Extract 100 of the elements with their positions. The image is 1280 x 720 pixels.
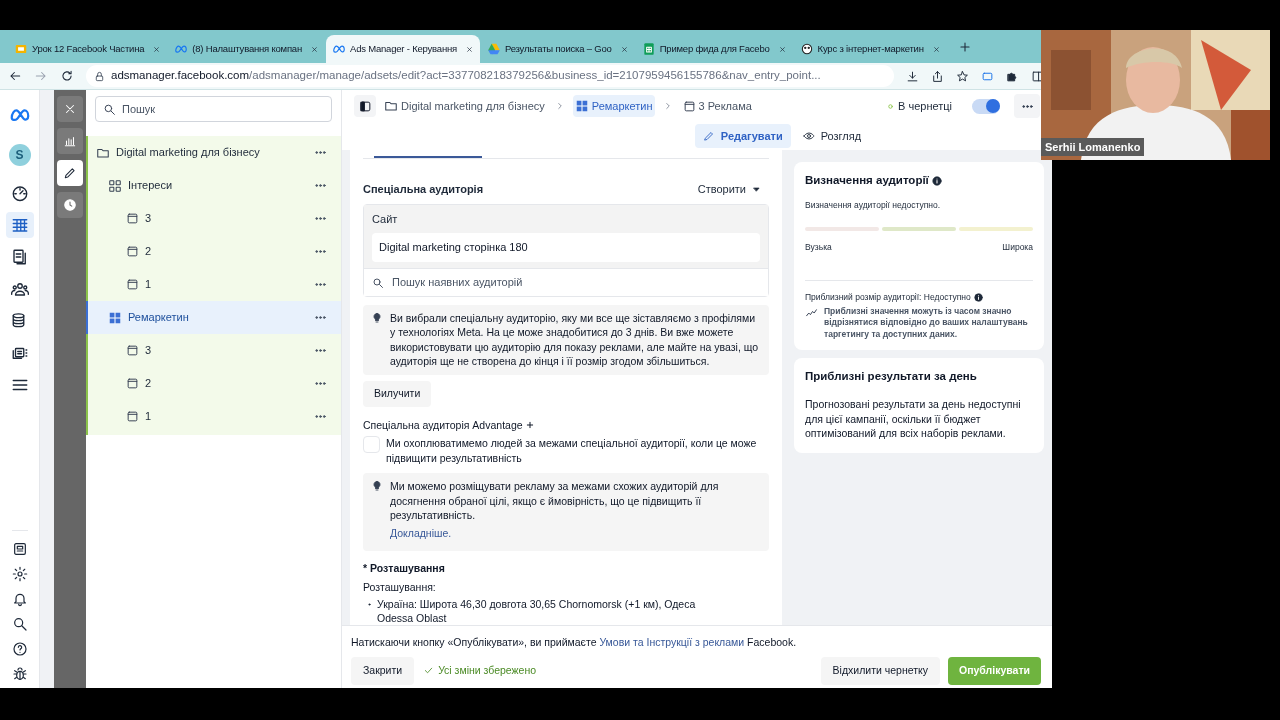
breadcrumb[interactable]: Digital marketing для бізнесу bbox=[382, 95, 547, 117]
sidebar-icon bbox=[358, 99, 372, 113]
search-field[interactable]: Пошук bbox=[95, 96, 332, 122]
tab-favicon bbox=[174, 42, 189, 56]
close-icon[interactable] bbox=[464, 44, 474, 54]
close-icon[interactable] bbox=[152, 44, 162, 54]
learn-more-link[interactable]: Докладніше. bbox=[390, 525, 761, 542]
close-icon[interactable] bbox=[310, 44, 319, 54]
mode-tab[interactable]: Розгляд bbox=[794, 124, 870, 148]
ad-icon bbox=[126, 212, 139, 225]
table-icon bbox=[10, 216, 29, 234]
pencil-icon bbox=[63, 166, 77, 180]
bell-icon[interactable] bbox=[11, 591, 28, 607]
meter-label: Широка bbox=[1002, 241, 1033, 254]
note-text: Ми можемо розміщувати рекламу за межами схожих аудиторій для досягнення обраної цілі, якщо є ймовірність, що це підвищить її результативність. bbox=[390, 479, 720, 523]
new-tab-icon[interactable] bbox=[957, 39, 972, 54]
bug-icon[interactable] bbox=[11, 666, 28, 682]
plus-icon bbox=[525, 421, 534, 430]
category-label: Сайт bbox=[372, 211, 399, 227]
back-icon[interactable] bbox=[8, 69, 22, 83]
tool-button[interactable] bbox=[57, 192, 83, 218]
results-text: Прогнозовані результати за день недоступні для цієї кампанії, оскільки її бюджет оптимізований для всіх наборів реклами. bbox=[805, 397, 1022, 441]
tree-item[interactable]: 3 bbox=[88, 202, 341, 235]
ad-icon bbox=[126, 278, 139, 291]
newspaper-icon[interactable] bbox=[11, 541, 28, 557]
caret-icon bbox=[752, 185, 761, 194]
breadcrumb[interactable]: 3 Реклама bbox=[680, 95, 754, 117]
tree-item[interactable]: Ремаркетин bbox=[86, 301, 341, 334]
browser-tab[interactable]: Ads Manager - Керування bbox=[326, 35, 480, 63]
browser-tab[interactable]: Урок 12 Facebook Частина bbox=[8, 35, 168, 63]
status-text: Визначення аудиторії недоступно. bbox=[805, 199, 942, 212]
tree-item[interactable]: 2 bbox=[88, 235, 341, 268]
close-icon[interactable] bbox=[931, 44, 941, 54]
close-button[interactable]: Закрити bbox=[351, 656, 415, 685]
draft-status: В чернетці bbox=[887, 97, 952, 115]
search-icon bbox=[103, 103, 116, 116]
tree-item[interactable]: 1 bbox=[88, 268, 341, 301]
ad-icon bbox=[682, 99, 696, 113]
size-note: Приблизні значення можуть із часом значно відрізнятися відповідно до ваших налаштувань таргетингу та доступних даних. bbox=[824, 305, 1029, 340]
location-text: Україна: Широта 46,30 довгота 30,65 Chornomorsk (+1 км), Одеса Odessa Oblast bbox=[377, 597, 697, 625]
address-bar[interactable]: adsmanager.facebook.com/adsmanager/manage/adsets/edit?act=337708218379256&business_id=2107959456155786&nav_entry_point... bbox=[86, 65, 894, 87]
avatar[interactable]: S bbox=[8, 144, 31, 166]
close-icon[interactable] bbox=[619, 44, 629, 54]
clock-icon bbox=[63, 198, 77, 212]
settings-icon[interactable] bbox=[11, 566, 28, 582]
browser-tab[interactable]: Пример фида для Facebo bbox=[635, 35, 793, 63]
discard-button[interactable]: Відхилити чернетку bbox=[820, 656, 940, 685]
download-icon[interactable] bbox=[906, 69, 919, 83]
mode-tab[interactable]: Редагувати bbox=[694, 124, 791, 148]
help-icon[interactable] bbox=[11, 641, 28, 657]
search-icon bbox=[372, 276, 384, 289]
share-icon[interactable] bbox=[931, 69, 944, 83]
audience-selector[interactable]: Сайт Digital marketing сторінка 180 Пошук наявних аудиторій bbox=[363, 203, 769, 297]
tree-item[interactable]: Digital marketing для бізнесу bbox=[88, 136, 341, 169]
more-button[interactable] bbox=[1014, 94, 1040, 118]
tab-favicon bbox=[14, 42, 28, 56]
tree-item[interactable]: Інтереси bbox=[88, 169, 341, 202]
status-dot-icon bbox=[887, 102, 895, 110]
gauge-icon bbox=[10, 184, 29, 202]
search-icon[interactable] bbox=[11, 616, 28, 632]
reload-icon[interactable] bbox=[60, 69, 74, 83]
bullet-icon bbox=[367, 602, 372, 607]
browser-tab[interactable]: Результаты поиска – Goo bbox=[480, 35, 635, 63]
grid-icon bbox=[108, 178, 122, 193]
terms-link[interactable]: Умови та Інструкції з реклами bbox=[599, 636, 745, 648]
checkbox-label: Ми охоплюватимемо людей за межами спеціальної аудиторії, коли це може підвищити результативність bbox=[386, 436, 758, 466]
create-dropdown[interactable]: Створити bbox=[697, 181, 761, 198]
nav-item[interactable] bbox=[5, 212, 34, 238]
close-icon bbox=[63, 102, 77, 116]
star-icon[interactable] bbox=[956, 69, 969, 83]
lock-icon bbox=[94, 70, 105, 82]
bar-chart-icon bbox=[63, 134, 77, 148]
folder-icon bbox=[384, 99, 398, 113]
checkbox[interactable] bbox=[363, 436, 380, 454]
breadcrumb[interactable]: Ремаркетин bbox=[572, 95, 655, 117]
audience-chip[interactable]: Digital marketing сторінка 180 bbox=[372, 233, 760, 262]
sidebar-icon[interactable] bbox=[1031, 69, 1044, 83]
ad-icon bbox=[126, 344, 139, 357]
panel-toggle-button[interactable] bbox=[354, 95, 376, 117]
remove-button[interactable]: Вилучити bbox=[363, 380, 432, 407]
lightbulb-icon bbox=[371, 480, 383, 493]
tool-button[interactable] bbox=[57, 160, 83, 186]
lightbulb-icon bbox=[371, 311, 383, 324]
browser-tab[interactable]: Курс з інтернет-маркетин bbox=[793, 35, 947, 63]
url-text: adsmanager.facebook.com/adsmanager/manage/adsets/edit?act=337708218379256&business_id=2107959456155786&nav_entry_point... bbox=[111, 68, 821, 84]
card-title: Визначення аудиторії bbox=[805, 173, 929, 188]
tab-favicon bbox=[799, 42, 814, 56]
toggle-switch[interactable] bbox=[972, 98, 1000, 114]
pencil-icon bbox=[702, 130, 715, 142]
grid-icon bbox=[108, 310, 122, 325]
tree-item[interactable]: 2 bbox=[88, 367, 341, 400]
tree-item[interactable]: 3 bbox=[88, 334, 341, 367]
section-title: Спеціальна аудиторія bbox=[363, 182, 484, 198]
terms-text: Натискаючи кнопку «Опублікувати», ви приймаєте Умови та Інструкції з реклами Facebook. bbox=[351, 635, 798, 650]
browser-tab[interactable]: (8) Налаштування компан bbox=[168, 35, 325, 63]
meter-label: Вузька bbox=[805, 241, 832, 254]
tree-item[interactable]: 1 bbox=[88, 400, 341, 433]
close-icon[interactable] bbox=[777, 44, 787, 54]
tab-favicon bbox=[641, 42, 656, 56]
ad-icon bbox=[126, 410, 139, 423]
